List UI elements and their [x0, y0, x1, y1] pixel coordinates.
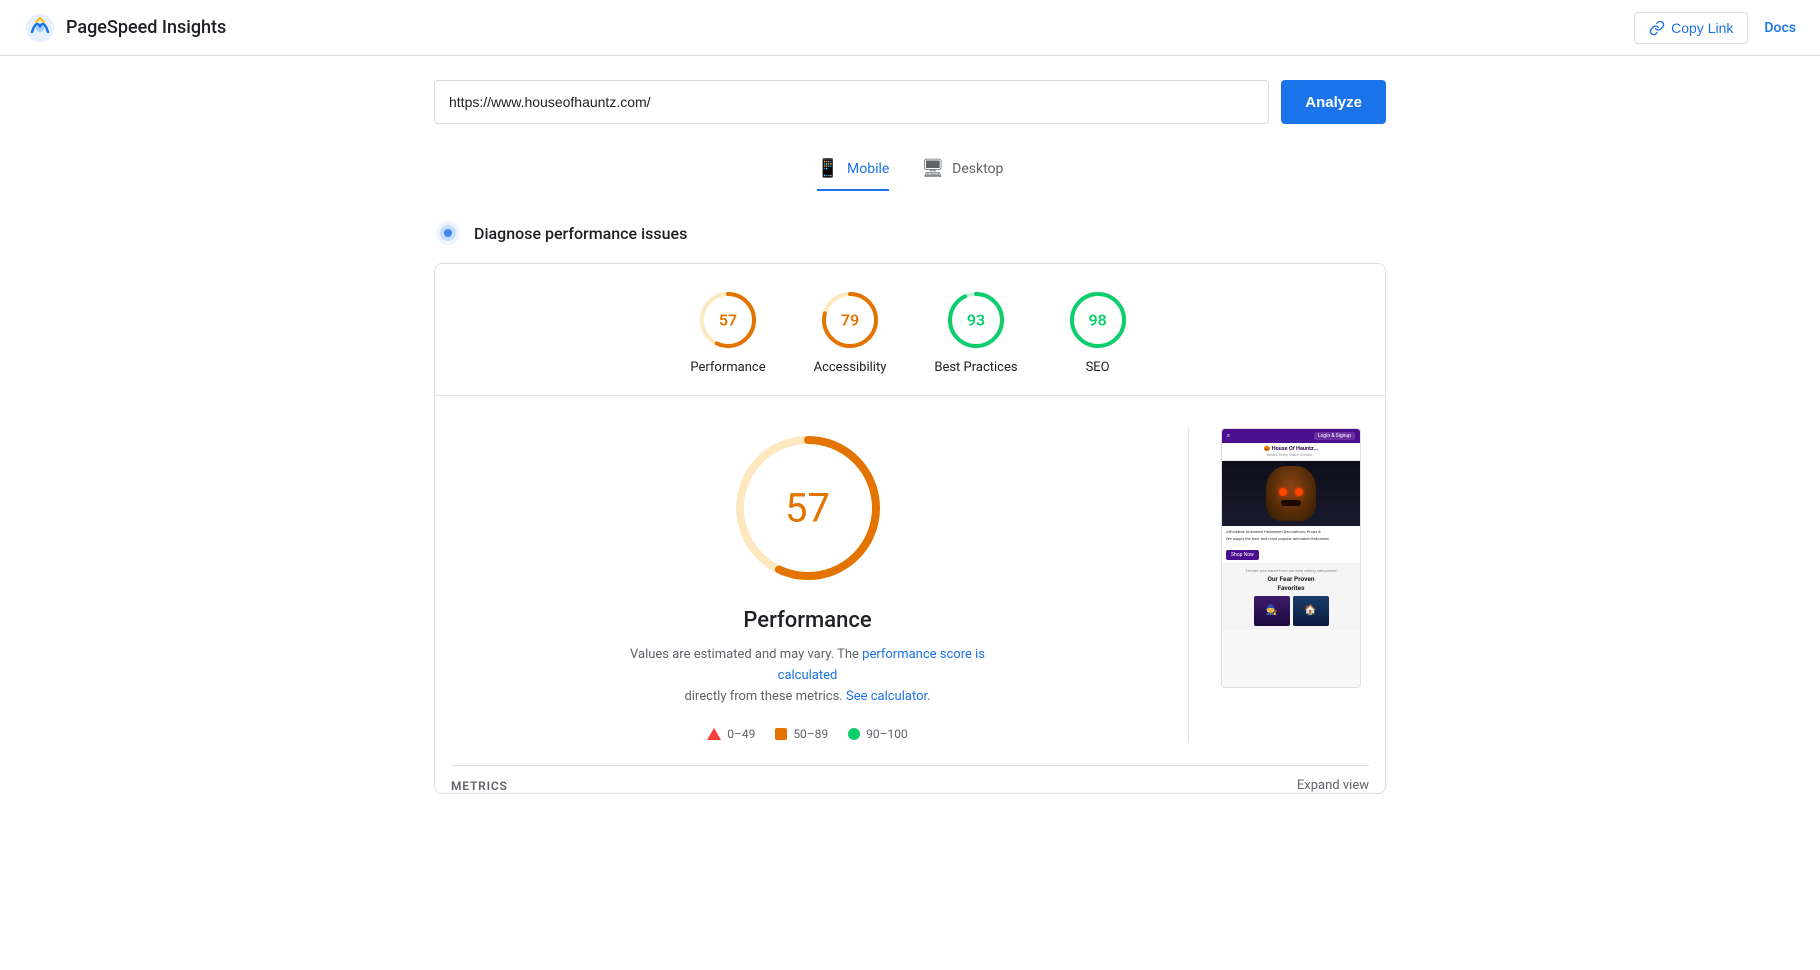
legend-range-high: 90–100	[866, 727, 908, 741]
detail-section: 57 Performance Values are estimated and …	[451, 396, 1369, 765]
accessibility-label: Accessibility	[814, 360, 887, 375]
diagnose-row: Diagnose performance issues	[434, 219, 1386, 247]
calculator-link[interactable]: See calculator	[846, 689, 927, 704]
score-item-best-practices[interactable]: 93 Best Practices	[934, 288, 1017, 375]
expand-view-button[interactable]: Expand view	[1297, 778, 1369, 793]
square-icon	[775, 728, 787, 740]
header-left: PageSpeed Insights	[24, 12, 226, 44]
tab-desktop-label: Desktop	[952, 161, 1003, 177]
legend-row: 0–49 50–89 90–100	[707, 727, 908, 741]
screenshot-nav: ≡ Login & Signup	[1222, 429, 1360, 443]
tab-mobile[interactable]: 📱 Mobile	[817, 148, 890, 191]
screenshot-content: Affordable Animated Halloween Decoration…	[1222, 526, 1360, 563]
triangle-icon	[707, 728, 721, 740]
score-item-performance[interactable]: 57 Performance	[690, 288, 765, 375]
desktop-icon: 🖥	[921, 158, 944, 179]
legend-item-high: 90–100	[848, 727, 908, 741]
url-input[interactable]	[434, 80, 1269, 124]
pagespeed-logo	[24, 12, 56, 44]
legend-item-low: 0–49	[707, 727, 755, 741]
best-practices-circle: 93	[944, 288, 1008, 352]
copy-link-button[interactable]: Copy Link	[1634, 12, 1748, 44]
tab-mobile-label: Mobile	[847, 161, 889, 177]
diagnose-icon	[434, 219, 462, 247]
legend-range-low: 0–49	[727, 727, 755, 741]
detail-left: 57 Performance Values are estimated and …	[451, 428, 1189, 741]
app-title: PageSpeed Insights	[66, 17, 226, 38]
big-performance-score: 57	[785, 485, 830, 532]
best-practices-label: Best Practices	[934, 360, 1017, 375]
seo-score: 98	[1088, 311, 1106, 330]
perf-description: Values are estimated and may vary. The p…	[608, 645, 1008, 707]
scores-row: 57 Performance 79 Accessibility	[451, 288, 1369, 375]
seo-label: SEO	[1086, 360, 1110, 375]
screenshot-featured: Elevate your haunt from our best selling…	[1222, 563, 1360, 629]
perf-section-title: Performance	[743, 608, 871, 633]
analyze-button[interactable]: Analyze	[1281, 80, 1386, 124]
score-card: 57 Performance 79 Accessibility	[434, 263, 1386, 794]
big-performance-circle: 57	[728, 428, 888, 588]
accessibility-score: 79	[841, 311, 859, 330]
header-right: Copy Link Docs	[1634, 12, 1796, 44]
tabs-row: 📱 Mobile 🖥 Desktop	[434, 148, 1386, 191]
performance-label: Performance	[690, 360, 765, 375]
legend-range-mid: 50–89	[793, 727, 828, 741]
docs-link[interactable]: Docs	[1764, 20, 1796, 36]
tab-desktop[interactable]: 🖥 Desktop	[921, 148, 1003, 191]
detail-right: ≡ Login & Signup 🎃 House Of Hauntz... Wh…	[1189, 428, 1369, 741]
circle-icon	[848, 728, 860, 740]
performance-score: 57	[719, 311, 737, 330]
link-icon	[1649, 20, 1665, 36]
performance-circle: 57	[696, 288, 760, 352]
screenshot-logo: 🎃 House Of Hauntz... Where Every Scare C…	[1222, 443, 1360, 461]
metrics-label: METRICS	[451, 779, 508, 793]
seo-circle: 98	[1066, 288, 1130, 352]
mobile-icon: 📱	[817, 158, 839, 179]
best-practices-score: 93	[967, 311, 985, 330]
metrics-bar: METRICS Expand view	[451, 765, 1369, 793]
diagnose-title: Diagnose performance issues	[474, 224, 687, 243]
website-screenshot: ≡ Login & Signup 🎃 House Of Hauntz... Wh…	[1221, 428, 1361, 688]
app-header: PageSpeed Insights Copy Link Docs	[0, 0, 1820, 56]
legend-item-mid: 50–89	[775, 727, 828, 741]
url-bar-row: Analyze	[434, 80, 1386, 124]
score-item-accessibility[interactable]: 79 Accessibility	[814, 288, 887, 375]
main-content: Analyze 📱 Mobile 🖥 Desktop Diagnose perf…	[410, 56, 1410, 818]
screenshot-hero	[1222, 461, 1360, 526]
score-item-seo[interactable]: 98 SEO	[1066, 288, 1130, 375]
accessibility-circle: 79	[818, 288, 882, 352]
